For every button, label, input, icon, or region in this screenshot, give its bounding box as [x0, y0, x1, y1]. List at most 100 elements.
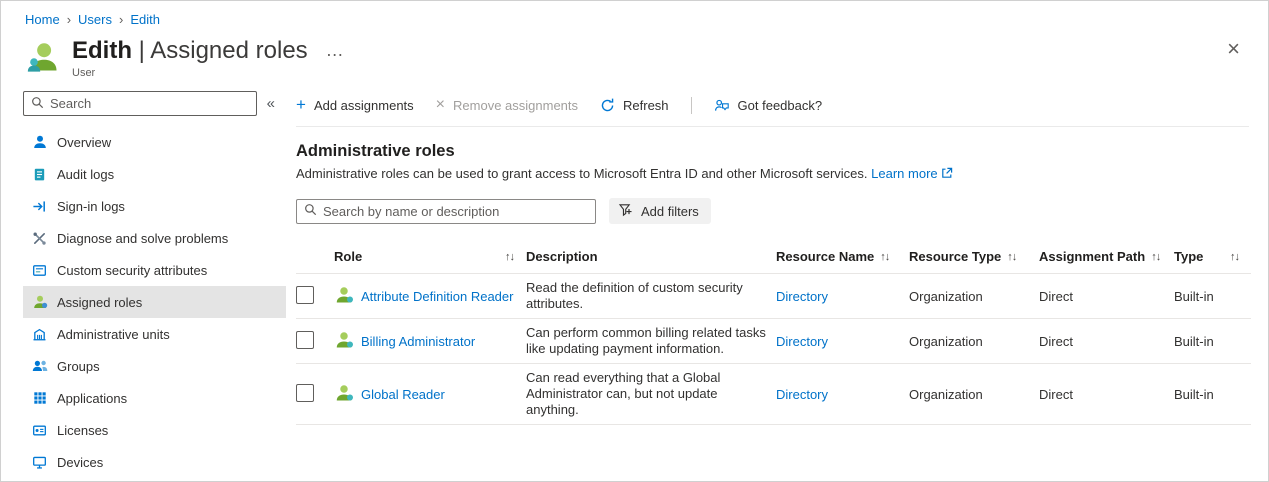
resource-name-link[interactable]: Directory	[776, 387, 828, 402]
close-icon[interactable]: ×	[1221, 36, 1246, 62]
role-description: Read the definition of custom security a…	[526, 280, 768, 312]
section-description-text: Administrative roles can be used to gran…	[296, 166, 868, 181]
sidebar-item-assigned-roles[interactable]: Assigned roles	[23, 286, 286, 318]
role-link[interactable]: Billing Administrator	[361, 334, 475, 349]
attributes-card-icon	[31, 262, 48, 279]
table-row: Attribute Definition Reader Read the def…	[296, 274, 1251, 319]
breadcrumb-separator: ›	[119, 12, 123, 27]
add-icon: +	[296, 97, 306, 113]
sidebar-item-label: Diagnose and solve problems	[57, 231, 228, 246]
sidebar-search-row: «	[23, 91, 278, 116]
page-title-section: | Assigned roles	[132, 37, 308, 64]
sidebar-item-label: Overview	[57, 135, 111, 150]
assignment-path: Direct	[1039, 387, 1073, 402]
sidebar-item-audit-logs[interactable]: Audit logs	[23, 158, 286, 190]
add-assignments-button[interactable]: + Add assignments	[296, 97, 414, 113]
sidebar-nav: Overview Audit logs Sign-in logs Diagnos…	[1, 126, 286, 478]
sidebar: « Overview Audit logs Sign-in logs Dia	[1, 81, 286, 481]
more-menu-icon[interactable]: …	[326, 40, 345, 60]
sidebar-item-label: Sign-in logs	[57, 199, 125, 214]
page-header: Edith | Assigned roles User … ×	[1, 29, 1268, 81]
role-search[interactable]	[296, 199, 596, 224]
resource-type: Organization	[909, 387, 983, 402]
add-assignments-label: Add assignments	[314, 98, 414, 113]
remove-assignments-button[interactable]: × Remove assignments	[436, 97, 578, 113]
sign-in-arrow-icon	[31, 198, 48, 215]
sidebar-search[interactable]	[23, 91, 257, 116]
sidebar-item-overview[interactable]: Overview	[23, 126, 286, 158]
remove-icon: ×	[436, 97, 445, 113]
sort-icon: ↑↓	[505, 251, 514, 263]
resource-name-link[interactable]: Directory	[776, 334, 828, 349]
column-label: Type	[1174, 249, 1203, 264]
sidebar-item-label: Groups	[57, 359, 100, 374]
entra-user-assigned-roles-page: Home›Users›Edith Edith | Assigned roles …	[0, 0, 1269, 482]
row-checkbox[interactable]	[296, 286, 314, 304]
sidebar-item-diagnose[interactable]: Diagnose and solve problems	[23, 222, 286, 254]
sidebar-item-label: Administrative units	[57, 327, 170, 342]
column-header-assignment-path[interactable]: Assignment Path↑↓	[1039, 240, 1174, 274]
main-panel: + Add assignments × Remove assignments R…	[286, 81, 1268, 481]
grid-icon	[31, 390, 48, 407]
role-link[interactable]: Global Reader	[361, 387, 445, 402]
sidebar-item-administrative-units[interactable]: Administrative units	[23, 318, 286, 350]
sidebar-item-label: Devices	[57, 455, 103, 470]
resource-type: Organization	[909, 334, 983, 349]
column-header-resource-name[interactable]: Resource Name↑↓	[776, 240, 909, 274]
role-search-input[interactable]	[323, 204, 588, 219]
section-description: Administrative roles can be used to gran…	[296, 166, 1249, 182]
sidebar-item-custom-security-attributes[interactable]: Custom security attributes	[23, 254, 286, 286]
role-type: Built-in	[1174, 289, 1214, 304]
sidebar-item-devices[interactable]: Devices	[23, 446, 286, 478]
sidebar-item-label: Audit logs	[57, 167, 114, 182]
command-bar: + Add assignments × Remove assignments R…	[296, 89, 1249, 121]
column-header-role[interactable]: Role↑↓	[334, 240, 526, 274]
role-description: Can perform common billing related tasks…	[526, 325, 768, 357]
refresh-icon	[600, 98, 615, 113]
breadcrumb-users[interactable]: Users	[78, 12, 112, 27]
column-label: Resource Name	[776, 249, 874, 264]
column-label: Assignment Path	[1039, 249, 1145, 264]
add-filters-button[interactable]: Add filters	[609, 198, 711, 224]
refresh-button[interactable]: Refresh	[600, 98, 669, 113]
role-type: Built-in	[1174, 334, 1214, 349]
column-header-description: Description	[526, 240, 776, 274]
sort-icon: ↑↓	[1007, 251, 1016, 263]
breadcrumb: Home › Users › Edith	[1, 1, 1268, 29]
column-header-resource-type[interactable]: Resource Type ↑↓	[909, 240, 1039, 274]
sidebar-item-sign-in-logs[interactable]: Sign-in logs	[23, 190, 286, 222]
page-title-name: Edith	[72, 37, 132, 64]
page-title: Edith | Assigned roles	[72, 36, 308, 66]
collapse-sidebar-icon[interactable]: «	[264, 95, 278, 112]
remove-assignments-label: Remove assignments	[453, 98, 578, 113]
feedback-icon	[714, 98, 730, 113]
breadcrumb-home[interactable]: Home	[25, 12, 60, 27]
role-link[interactable]: Attribute Definition Reader	[361, 289, 513, 304]
title-block: Edith | Assigned roles User	[72, 36, 308, 79]
role-description: Can read everything that a Global Admini…	[526, 370, 768, 418]
sidebar-item-groups[interactable]: Groups	[23, 350, 286, 382]
column-label: Resource Type	[909, 249, 1001, 264]
search-icon	[31, 96, 44, 112]
table-row: Billing Administrator Can perform common…	[296, 319, 1251, 364]
role-person-icon	[334, 285, 354, 308]
sidebar-search-input[interactable]	[50, 96, 249, 111]
section-title: Administrative roles	[296, 142, 1249, 161]
select-all-header	[296, 240, 334, 274]
sidebar-item-licenses[interactable]: Licenses	[23, 414, 286, 446]
breadcrumb-separator: ›	[67, 12, 71, 27]
role-type: Built-in	[1174, 387, 1214, 402]
role-person-icon	[334, 383, 354, 406]
sidebar-item-applications[interactable]: Applications	[23, 382, 286, 414]
user-avatar-icon	[25, 39, 61, 75]
sort-icon: ↑↓	[1230, 251, 1239, 263]
breadcrumb-edith[interactable]: Edith	[130, 12, 160, 27]
row-checkbox[interactable]	[296, 384, 314, 402]
add-filters-label: Add filters	[641, 204, 699, 219]
resource-name-link[interactable]: Directory	[776, 289, 828, 304]
got-feedback-button[interactable]: Got feedback?	[714, 98, 823, 113]
column-header-type[interactable]: Type ↑↓	[1174, 240, 1251, 274]
learn-more-link[interactable]: Learn more	[871, 166, 952, 181]
row-checkbox[interactable]	[296, 331, 314, 349]
assignment-path: Direct	[1039, 289, 1073, 304]
